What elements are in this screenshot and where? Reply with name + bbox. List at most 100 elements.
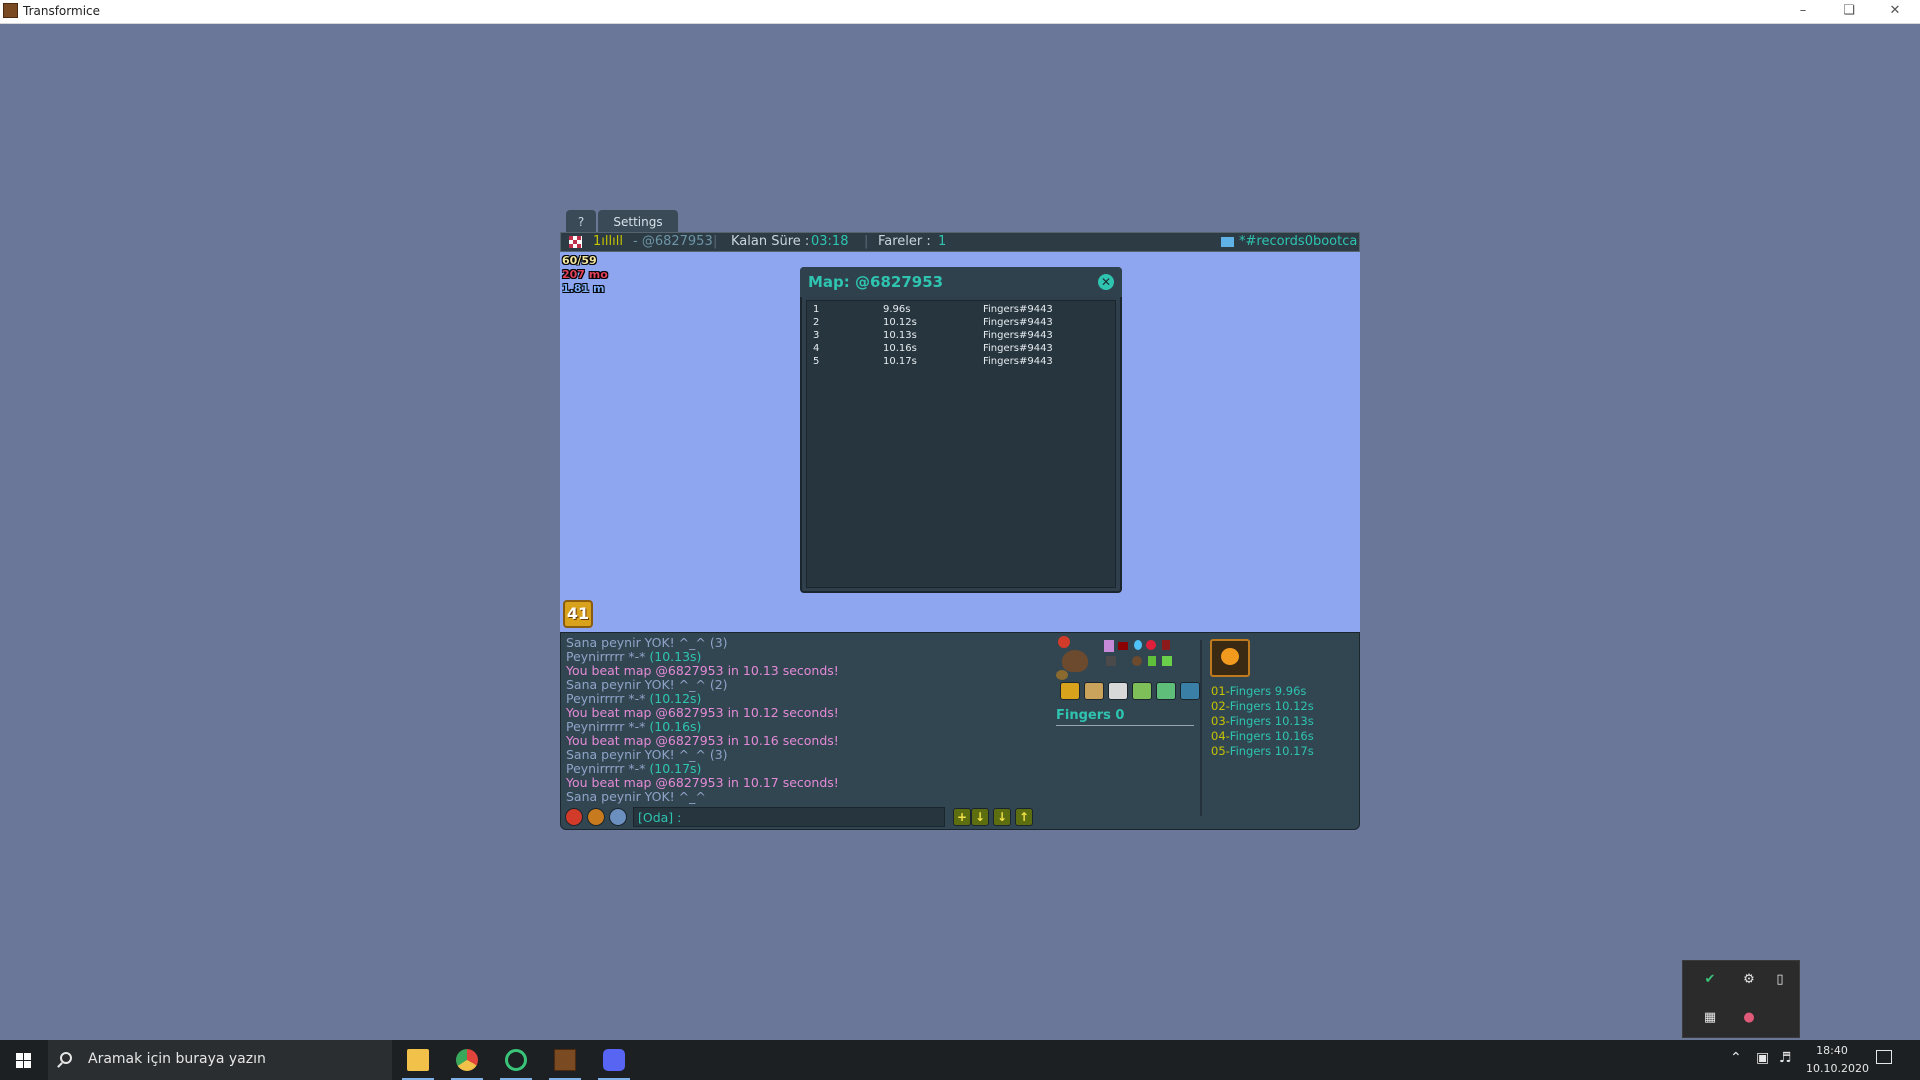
panel-divider — [1200, 640, 1202, 816]
list-item: 03-Fingers 10.13s — [1211, 714, 1314, 728]
table-row: 1 9.96s Fingers#9443 — [813, 304, 1113, 317]
distance-counter: 1.81 m — [562, 282, 605, 295]
divider — [1056, 725, 1194, 726]
clock-time[interactable]: 18:40 — [1806, 1044, 1858, 1057]
app-icon — [3, 3, 18, 18]
record-player: Fingers#9443 — [983, 304, 1053, 315]
popup-title: Map: @6827953 — [808, 273, 944, 291]
game-info-bar: 1ıllıll - @6827953 | Kalan Süre : 03:18 … — [560, 232, 1360, 252]
level-badge[interactable]: 41 — [563, 600, 593, 628]
checkered-flag-icon — [569, 236, 582, 248]
chat-line: You beat map @6827953 in 10.17 seconds! — [566, 775, 839, 790]
refresh-icon — [505, 1049, 527, 1071]
notification-icon[interactable] — [1876, 1050, 1892, 1064]
taskbar-search[interactable]: Aramak için buraya yazın — [48, 1040, 392, 1080]
help-tab[interactable]: ? — [566, 210, 596, 232]
mouse-avatar[interactable] — [1054, 636, 1092, 680]
list-item: 02-Fingers 10.12s — [1211, 699, 1314, 713]
discord-icon[interactable] — [1156, 682, 1176, 700]
list-icon[interactable] — [1084, 682, 1104, 700]
clock-date[interactable]: 10.10.2020 — [1806, 1062, 1869, 1075]
folder-icon — [407, 1049, 429, 1071]
chevron-up-icon[interactable]: ⌃ — [1730, 1050, 1742, 1066]
record-time: 10.12s — [883, 317, 917, 328]
file-explorer-app[interactable] — [394, 1040, 442, 1080]
record-rank: 1 — [813, 304, 820, 315]
start-button[interactable] — [0, 1040, 48, 1080]
player-score: Fingers 0 — [1056, 708, 1125, 723]
shield-icon[interactable]: ✔ — [1701, 971, 1719, 989]
chat-line: Sana peynir YOK! ^_^ (3) — [566, 747, 728, 762]
fullscreen-icon[interactable] — [1180, 682, 1200, 700]
fps-counter: 60/59 — [562, 254, 597, 267]
settings-tab[interactable]: Settings — [598, 210, 678, 232]
network-icon[interactable]: ▣ — [1756, 1050, 1769, 1066]
spinner-app[interactable] — [492, 1040, 540, 1080]
chat-line: You beat map @6827953 in 10.12 seconds! — [566, 705, 839, 720]
discord-icon — [603, 1049, 625, 1071]
shop-icon[interactable] — [1060, 682, 1080, 700]
record-rank: 5 — [813, 356, 820, 367]
up-arrow-button[interactable]: ↑ — [1015, 808, 1033, 826]
chat-line: You beat map @6827953 in 10.13 seconds! — [566, 663, 839, 678]
record-player: Fingers#9443 — [983, 317, 1053, 328]
heart-icon[interactable] — [565, 808, 583, 826]
table-row: 2 10.12s Fingers#9443 — [813, 317, 1113, 330]
record-time: 10.17s — [883, 356, 917, 367]
separator: | — [864, 234, 869, 249]
pumpkin-avatar[interactable] — [1210, 639, 1250, 677]
record-rank: 2 — [813, 317, 820, 328]
discord-tray-icon[interactable]: ● — [1740, 1009, 1758, 1027]
plus-button[interactable]: + — [953, 808, 971, 826]
chrome-icon — [456, 1049, 478, 1071]
chat-line: Sana peynir YOK! ^_^ (2) — [566, 677, 728, 692]
chrome-app[interactable] — [443, 1040, 491, 1080]
chat-bubble-icon[interactable] — [1132, 682, 1152, 700]
record-time: 10.16s — [883, 343, 917, 354]
chat-line: Sana peynir YOK! ^_^ (3) — [566, 635, 728, 650]
player-name: 1ıllıll — [593, 234, 623, 249]
windows-icon — [16, 1053, 23, 1060]
pumpkin-icon — [1221, 648, 1239, 665]
minimize-button[interactable]: – — [1780, 0, 1826, 23]
table-row: 3 10.13s Fingers#9443 — [813, 330, 1113, 343]
popup-close-button[interactable]: ✕ — [1098, 274, 1114, 290]
chat-line: Peynirrrrr *-* (10.16s) — [566, 719, 702, 734]
table-row: 5 10.17s Fingers#9443 — [813, 356, 1113, 369]
security-icon[interactable]: ▦ — [1701, 1009, 1719, 1027]
puzzle-icon[interactable] — [1108, 682, 1128, 700]
record-time: 10.13s — [883, 330, 917, 341]
list-item: 05-Fingers 10.17s — [1211, 744, 1314, 758]
list-item: 04-Fingers 10.16s — [1211, 729, 1314, 743]
search-icon — [60, 1052, 72, 1064]
down-arrow-button[interactable]: ↓ — [993, 808, 1011, 826]
tribe-icon[interactable] — [587, 808, 605, 826]
down-arrow-button[interactable]: ↓ — [971, 808, 989, 826]
transformice-app[interactable] — [541, 1040, 589, 1080]
friends-icon[interactable] — [609, 808, 627, 826]
list-item: 01-Fingers 9.96s — [1211, 684, 1307, 698]
tray-overflow-popup: ✔ ⚙ ▯ ▦ ● — [1682, 960, 1800, 1038]
record-player: Fingers#9443 — [983, 330, 1053, 341]
volume-icon[interactable]: ♬ — [1779, 1050, 1792, 1066]
separator: | — [713, 234, 718, 249]
record-rank: 4 — [813, 343, 820, 354]
usb-icon[interactable]: ▯ — [1771, 971, 1789, 989]
record-player: Fingers#9443 — [983, 356, 1053, 367]
chat-line: You beat map @6827953 in 10.16 seconds! — [566, 733, 839, 748]
discord-app[interactable] — [590, 1040, 638, 1080]
window-title: Transformice — [23, 4, 101, 18]
search-placeholder: Aramak için buraya yazın — [88, 1051, 266, 1067]
restore-button[interactable]: ❏ — [1826, 0, 1872, 23]
close-window-button[interactable]: ✕ — [1872, 0, 1918, 23]
chat-input[interactable] — [633, 807, 945, 827]
room-name: *#records0bootca — [1239, 234, 1358, 249]
settings-icon[interactable]: ⚙ — [1740, 971, 1758, 989]
chat-line: Peynirrrrr *-* (10.13s) — [566, 649, 702, 664]
memory-counter: 207 mo — [562, 268, 608, 281]
chat-line: Peynirrrrr *-* (10.17s) — [566, 761, 702, 776]
map-code[interactable]: - @6827953 — [633, 234, 713, 249]
table-row: 4 10.16s Fingers#9443 — [813, 343, 1113, 356]
time-label: Kalan Süre : — [731, 234, 810, 249]
emote-icons[interactable] — [1104, 640, 1174, 670]
